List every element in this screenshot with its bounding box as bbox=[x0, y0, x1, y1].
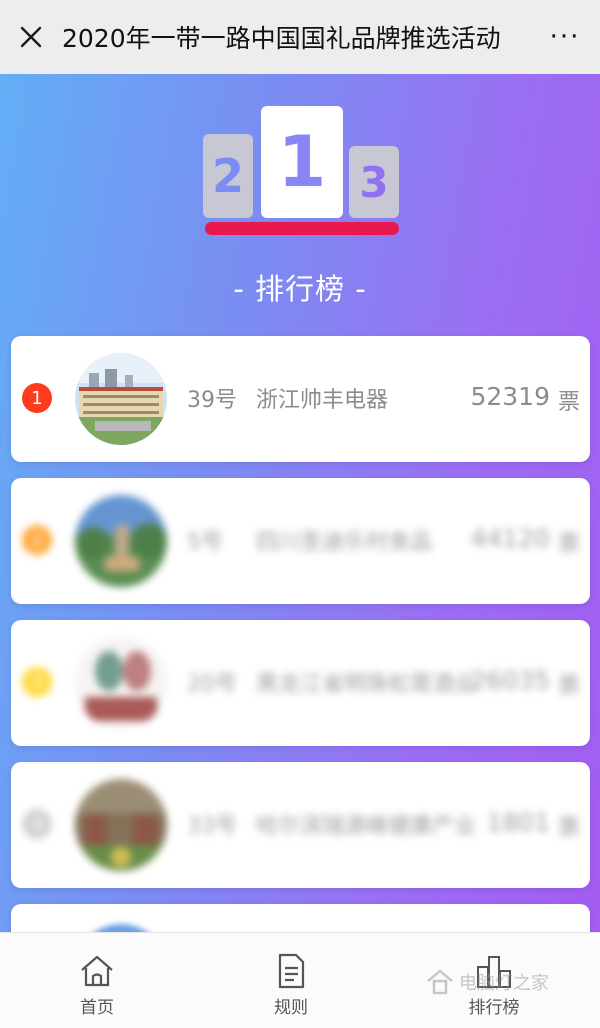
entry-photo bbox=[75, 779, 167, 871]
entry-name: 哈尔滨瑞源峰健康产业 bbox=[256, 814, 477, 839]
ranking-item[interactable]: 2 5号 四川圣迪乐村食品 44120 票 bbox=[11, 478, 590, 604]
vote-unit: 票 bbox=[557, 532, 580, 557]
watermark-text: 电脑灯之家 bbox=[459, 973, 549, 994]
page-title: 2020年一带一路中国国礼品牌推选活动 bbox=[62, 24, 501, 53]
ranking-item[interactable]: 3 20号 黑龙江省明珠松茸酒业 26035 票 bbox=[11, 620, 590, 746]
tab-home-label: 首页 bbox=[80, 998, 114, 1018]
house-logo-icon bbox=[427, 969, 453, 995]
vote-count: 26035 bbox=[470, 666, 550, 695]
tab-rules[interactable]: 规则 bbox=[231, 951, 351, 1018]
entry-photo bbox=[75, 495, 167, 587]
podium-third: 3 bbox=[349, 146, 399, 218]
vote-count: 1801 bbox=[486, 808, 550, 837]
podium-underline bbox=[205, 222, 399, 235]
main-content: 2 1 3 - 排行榜 - 1 39号 浙江帅丰电器 52319 票 2 5号 … bbox=[0, 74, 600, 932]
entry-name: 黑龙江省明珠松茸酒业 bbox=[256, 672, 477, 697]
vote-count: 52319 bbox=[470, 382, 550, 411]
podium-graphic: 2 1 3 bbox=[203, 106, 399, 236]
vote-unit: 票 bbox=[557, 390, 580, 415]
tab-rules-label: 规则 bbox=[274, 998, 308, 1018]
rank-badge: 4 bbox=[22, 809, 52, 839]
bottom-tab-bar: 首页 规则 排行榜 电脑灯之家 bbox=[0, 932, 600, 1028]
title-bar: 2020年一带一路中国国礼品牌推选活动 ··· bbox=[0, 0, 600, 74]
tab-home[interactable]: 首页 bbox=[37, 951, 157, 1018]
entry-photo bbox=[75, 637, 167, 729]
entry-photo bbox=[75, 353, 167, 445]
watermark: 电脑灯之家 bbox=[425, 967, 549, 997]
entry-number: 39号 bbox=[187, 388, 237, 413]
entry-number: 33号 bbox=[187, 814, 237, 839]
rank-badge: 3 bbox=[22, 667, 52, 697]
entry-name: 浙江帅丰电器 bbox=[256, 388, 389, 413]
more-menu-button[interactable]: ··· bbox=[530, 0, 600, 74]
rank-badge: 1 bbox=[22, 383, 52, 413]
ranking-item[interactable] bbox=[11, 904, 590, 932]
entry-photo bbox=[75, 924, 167, 932]
vote-unit: 票 bbox=[557, 674, 580, 699]
entry-number: 20号 bbox=[187, 672, 237, 697]
vote-count: 44120 bbox=[470, 524, 550, 553]
more-icon: ··· bbox=[549, 22, 581, 52]
ranking-item[interactable]: 1 39号 浙江帅丰电器 52319 票 bbox=[11, 336, 590, 462]
ranking-item[interactable]: 4 33号 哈尔滨瑞源峰健康产业 1801 票 bbox=[11, 762, 590, 888]
close-button[interactable] bbox=[0, 0, 62, 74]
document-icon bbox=[278, 953, 305, 989]
home-icon bbox=[81, 955, 113, 987]
rank-badge: 2 bbox=[22, 525, 52, 555]
podium-second: 2 bbox=[203, 134, 253, 218]
ranking-title: - 排行榜 - bbox=[233, 272, 367, 306]
close-icon bbox=[20, 26, 42, 48]
entry-number: 5号 bbox=[187, 530, 223, 555]
vote-unit: 票 bbox=[557, 816, 580, 841]
podium-first: 1 bbox=[261, 106, 343, 218]
entry-name: 四川圣迪乐村食品 bbox=[256, 530, 433, 555]
